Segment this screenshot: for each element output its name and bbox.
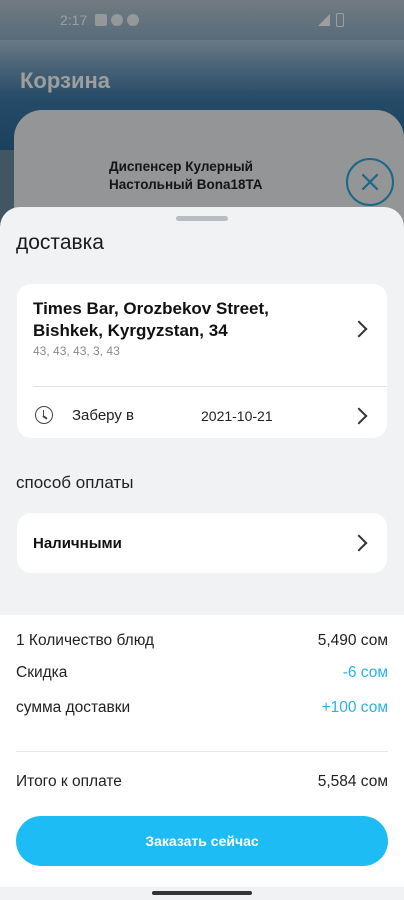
summary-label: Скидка [16, 664, 68, 681]
order-summary: 1 Количество блюд 5,490 сом Скидка -6 со… [0, 615, 404, 900]
home-gesture-bar[interactable] [152, 891, 252, 895]
checkout-sheet: доставка Times Bar, Orozbekov Street, Bi… [0, 207, 404, 900]
summary-value: -6 сом [342, 664, 388, 681]
delivery-title: доставка [16, 231, 104, 254]
address-main: Times Bar, Orozbekov Street, Bishkek, Ky… [33, 299, 269, 340]
divider [16, 751, 388, 752]
summary-row-delivery: сумма доставки +100 сом [16, 699, 388, 717]
clock-icon [35, 406, 53, 424]
order-now-button[interactable]: Заказать сейчас [16, 816, 388, 866]
divider [33, 386, 387, 387]
summary-label: 1 Количество блюд [16, 632, 155, 649]
address-details: 43, 43, 43, 3, 43 [33, 344, 120, 358]
address-card: Times Bar, Orozbekov Street, Bishkek, Ky… [17, 284, 387, 438]
payment-method-row[interactable]: Наличными [17, 513, 387, 573]
chevron-right-icon [350, 534, 368, 552]
summary-value: 5,490 сом [317, 632, 388, 649]
summary-row-items: 1 Количество блюд 5,490 сом [16, 632, 388, 650]
payment-title: способ оплаты [16, 473, 134, 492]
summary-row-discount: Скидка -6 сом [16, 664, 388, 682]
chevron-right-icon [350, 407, 368, 425]
pickup-date: 2021-10-21 [201, 408, 273, 424]
summary-value: +100 сом [321, 699, 388, 716]
pickup-label: Заберу в [72, 407, 134, 424]
total-value: 5,584 сом [317, 773, 388, 790]
total-label: Итого к оплате [16, 773, 122, 790]
summary-row-total: Итого к оплате 5,584 сом [16, 773, 388, 791]
chevron-right-icon [350, 320, 368, 338]
summary-label: сумма доставки [16, 699, 131, 716]
sheet-handle[interactable] [176, 216, 228, 221]
payment-method: Наличными [33, 535, 122, 552]
